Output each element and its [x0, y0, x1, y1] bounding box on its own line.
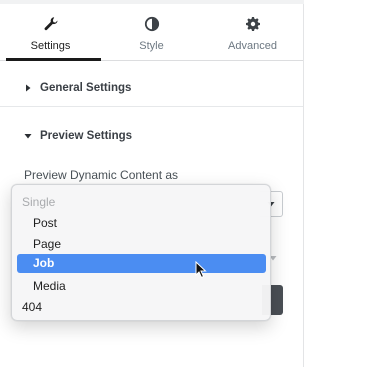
dropdown-option-page[interactable]: Page — [33, 237, 61, 251]
preview-dropdown-menu: Single Post Page Job Media 404 — [11, 184, 271, 321]
section-general-title: General Settings — [40, 82, 132, 94]
tab-advanced[interactable]: Advanced — [202, 4, 303, 60]
tab-style[interactable]: Style — [101, 4, 202, 60]
editor-panel-screen: Settings Style Advanced General Settings… — [0, 0, 367, 367]
dropdown-option-media[interactable]: Media — [33, 279, 66, 293]
tab-advanced-label: Advanced — [228, 40, 277, 52]
wrench-icon — [44, 17, 57, 31]
preview-dynamic-label: Preview Dynamic Content as — [24, 168, 179, 182]
dropdown-option-post[interactable]: Post — [33, 216, 57, 230]
section-divider — [0, 106, 303, 107]
tab-settings-label: Settings — [30, 40, 71, 52]
tab-style-label: Style — [139, 40, 164, 52]
tab-settings[interactable]: Settings — [0, 4, 101, 61]
mouse-pointer-icon — [195, 261, 207, 279]
half-circle-icon — [144, 16, 159, 32]
section-preview-title: Preview Settings — [40, 130, 133, 142]
section-preview-settings[interactable]: Preview Settings — [24, 130, 132, 142]
panel-tabs: Settings Style Advanced — [0, 4, 303, 61]
caret-down-icon — [24, 134, 32, 139]
section-general-settings[interactable]: General Settings — [24, 82, 131, 94]
dropdown-option-job-label: Job — [33, 256, 55, 270]
dropdown-option-404[interactable]: 404 — [22, 300, 42, 314]
dropdown-group-label: Single — [22, 195, 56, 209]
dropdown-option-job[interactable]: Job — [17, 254, 266, 273]
gear-icon — [245, 17, 260, 31]
caret-right-icon — [26, 84, 31, 92]
